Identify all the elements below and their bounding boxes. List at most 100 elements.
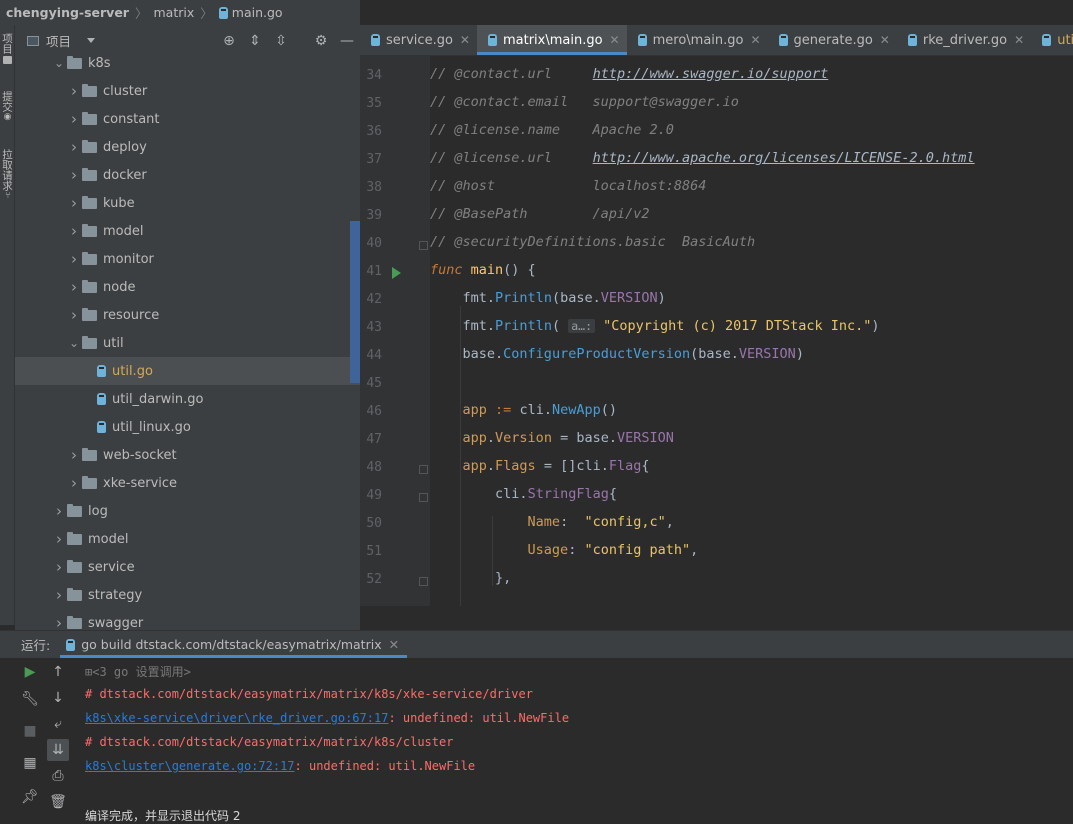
output-line: k8s\xke-service\driver\rke_driver.go:67:…: [85, 711, 569, 725]
code-line-41: func main() {: [430, 262, 536, 278]
chevron-down-icon[interactable]: ⌄: [66, 336, 82, 350]
code-editor[interactable]: 34 35 36 37 38 39 40 41 42 43 44 45 46 47 48 49 50 51 52 /…: [360, 56, 1073, 606]
close-icon[interactable]: ✕: [389, 637, 399, 652]
close-icon[interactable]: ✕: [460, 33, 470, 47]
tree-file-item[interactable]: util.go: [15, 357, 360, 385]
arrow-up-icon[interactable]: ↑: [47, 661, 69, 683]
chevron-right-icon[interactable]: ›: [66, 222, 82, 240]
close-icon[interactable]: ✕: [880, 33, 890, 47]
line-number: 48: [366, 460, 382, 475]
tree-folder-item[interactable]: › model: [15, 217, 360, 245]
tree-folder-item[interactable]: › web-socket: [15, 441, 360, 469]
code-line-48: app.Flags = []cli.Flag{: [462, 458, 650, 474]
chevron-right-icon[interactable]: ›: [66, 166, 82, 184]
tree-folder-item[interactable]: › monitor: [15, 245, 360, 273]
tree-folder-item[interactable]: › strategy: [15, 581, 360, 609]
tree-folder-item[interactable]: › service: [15, 553, 360, 581]
error-source-link[interactable]: k8s\cluster\generate.go:72:17: [85, 759, 295, 773]
tree-folder-item[interactable]: › node: [15, 273, 360, 301]
code-line-39: // @BasePath /api/v2: [430, 206, 650, 222]
tree-folder-item[interactable]: › kube: [15, 189, 360, 217]
error-source-link[interactable]: k8s\xke-service\driver\rke_driver.go:67:…: [85, 711, 388, 725]
tree-item-label: log: [88, 503, 108, 519]
run-gutter-icon[interactable]: [392, 267, 401, 279]
tree-item-label: service: [88, 559, 135, 575]
package-name: base: [698, 346, 731, 362]
tree-file-item[interactable]: util_darwin.go: [15, 385, 360, 413]
trash-icon[interactable]: 🗑︎: [47, 791, 69, 813]
chevron-right-icon: 〉: [200, 6, 213, 21]
wrench-icon[interactable]: 🔧︎: [19, 688, 41, 710]
fold-marker-icon[interactable]: [419, 465, 428, 474]
editor-tab[interactable]: util.go: [1031, 25, 1073, 55]
chevron-right-icon[interactable]: ›: [66, 110, 82, 128]
chevron-down-icon[interactable]: ⌄: [51, 56, 67, 70]
tree-folder-item[interactable]: › cluster: [15, 77, 360, 105]
chevron-right-icon[interactable]: ›: [66, 250, 82, 268]
tree-folder-item[interactable]: › docker: [15, 161, 360, 189]
chevron-right-icon[interactable]: ›: [66, 306, 82, 324]
breadcrumb-folder[interactable]: matrix: [154, 5, 195, 20]
layout-icon[interactable]: ▦: [19, 752, 41, 774]
output-line: 编译完成，并显示退出代码 2: [85, 809, 241, 823]
editor-tab[interactable]: generate.go ✕: [768, 25, 897, 55]
type-name: Flag: [608, 458, 642, 474]
line-number: 41: [366, 264, 382, 279]
chevron-right-icon[interactable]: ›: [51, 558, 67, 576]
code-line-50: Name: "config,c",: [527, 514, 674, 530]
code-link[interactable]: http://www.swagger.io/support: [593, 66, 829, 82]
chevron-right-icon[interactable]: ›: [66, 446, 82, 464]
breadcrumb-project[interactable]: chengying-server: [6, 5, 129, 20]
chevron-right-icon[interactable]: ›: [66, 278, 82, 296]
project-tool-label: 项目: [1, 33, 13, 54]
chevron-right-icon[interactable]: ›: [51, 502, 67, 520]
fold-marker-icon[interactable]: [419, 577, 428, 586]
run-config-tab[interactable]: go build dtstack.com/dtstack/easymatrix/…: [60, 631, 407, 658]
tree-folder-item[interactable]: › swagger: [15, 609, 360, 630]
function-name: main: [470, 262, 504, 278]
project-tool-button[interactable]: 项目: [0, 33, 15, 66]
editor-tab[interactable]: matrix\main.go ✕: [476, 25, 627, 55]
chevron-right-icon[interactable]: ›: [66, 82, 82, 100]
editor-tab[interactable]: mero\main.go ✕: [627, 25, 768, 55]
tree-folder-item[interactable]: › model: [15, 525, 360, 553]
tree-folder-item[interactable]: › deploy: [15, 133, 360, 161]
arrow-down-icon[interactable]: ↓: [47, 687, 69, 709]
go-file-icon: [97, 365, 106, 377]
code-link[interactable]: http://www.apache.org/licenses/LICENSE-2…: [593, 150, 975, 166]
pin-icon[interactable]: 📌︎: [19, 786, 41, 808]
pull-requests-tool-button[interactable]: 拉取请求 ⑂: [0, 149, 15, 200]
rerun-icon[interactable]: ▶: [19, 661, 41, 683]
tree-folder-item[interactable]: › resource: [15, 301, 360, 329]
chevron-right-icon[interactable]: ›: [66, 194, 82, 212]
chevron-down-icon[interactable]: [87, 38, 96, 43]
project-view-icon: [27, 35, 39, 46]
tree-folder-item[interactable]: › xke-service: [15, 469, 360, 497]
breadcrumb-file[interactable]: main.go: [232, 5, 283, 20]
close-icon[interactable]: ✕: [610, 33, 620, 47]
fold-marker-icon[interactable]: [419, 241, 428, 250]
chevron-right-icon[interactable]: ›: [66, 474, 82, 492]
print-icon[interactable]: ⎙: [47, 765, 69, 787]
editor-tab[interactable]: service.go ✕: [360, 25, 477, 55]
chevron-right-icon[interactable]: ›: [51, 614, 67, 630]
tree-folder-item[interactable]: › log: [15, 497, 360, 525]
close-icon[interactable]: ✕: [1014, 33, 1024, 47]
editor-tab[interactable]: rke_driver.go ✕: [897, 25, 1031, 55]
soft-wrap-icon[interactable]: ⤶: [47, 713, 69, 735]
project-scrollbar[interactable]: [350, 221, 360, 383]
tree-folder-item[interactable]: › constant: [15, 105, 360, 133]
tree-folder-item[interactable]: ⌄ util: [15, 329, 360, 357]
commit-tool-button[interactable]: 提交 ◉: [0, 91, 15, 122]
code-line-35: // @contact.email support@swagger.io: [430, 94, 739, 110]
tree-file-item[interactable]: util_linux.go: [15, 413, 360, 441]
close-icon[interactable]: ✕: [750, 33, 760, 47]
chevron-right-icon[interactable]: ›: [51, 530, 67, 548]
fold-marker-icon[interactable]: [419, 493, 428, 502]
scroll-to-end-icon[interactable]: ⇊: [47, 739, 69, 761]
tree-folder-item[interactable]: ⌄ k8s: [15, 49, 360, 77]
stop-icon[interactable]: ■: [19, 720, 41, 742]
chevron-right-icon[interactable]: ›: [66, 138, 82, 156]
chevron-right-icon[interactable]: ›: [51, 586, 67, 604]
output-text: <3 go 设置调用>: [92, 665, 191, 679]
